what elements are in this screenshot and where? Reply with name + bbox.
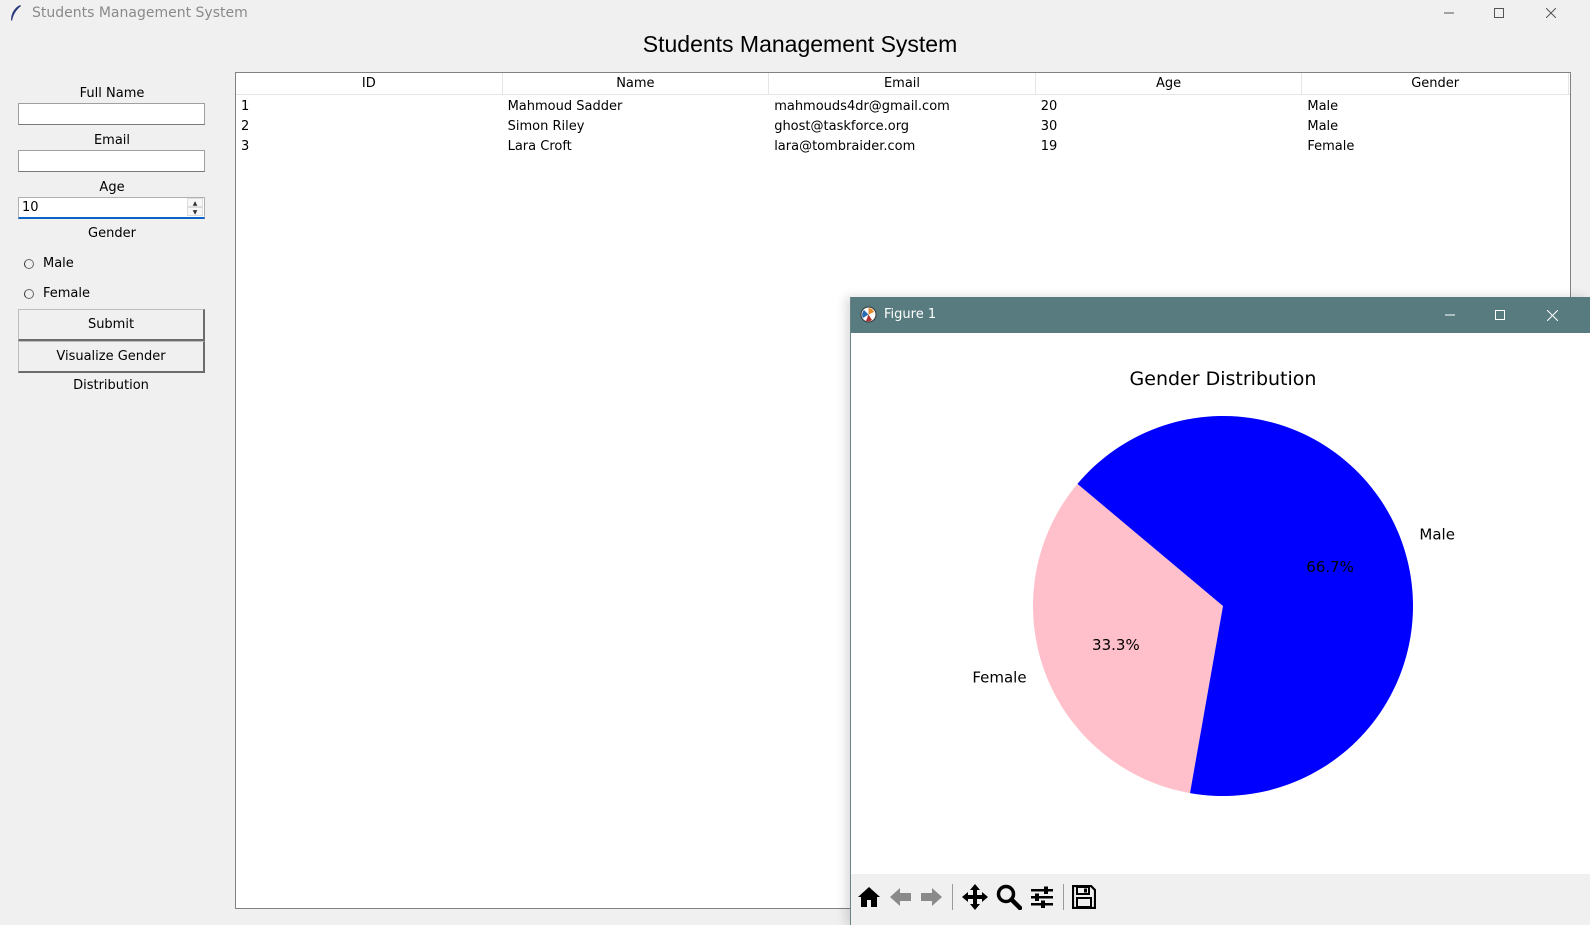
email-label: Email	[93, 133, 131, 148]
table-cell: mahmouds4dr@gmail.com	[774, 99, 950, 114]
pie-percent-label: 33.3%	[1092, 636, 1140, 654]
minimize-icon	[1445, 314, 1455, 316]
table-cell: Male	[1307, 119, 1339, 134]
close-button[interactable]	[1528, 0, 1574, 26]
forward-button[interactable]	[917, 883, 945, 911]
figure-titlebar: Figure 1	[851, 297, 1590, 333]
back-button[interactable]	[887, 883, 915, 911]
pie-category-label: Male	[1419, 526, 1455, 544]
toolbar-separator	[952, 884, 953, 910]
table-row[interactable]: 1 Mahmoud Sadder mahmouds4dr@gmail.com 2…	[236, 97, 1570, 117]
table-cell: 30	[1040, 119, 1058, 134]
pan-icon	[962, 884, 988, 910]
gender-radio-female[interactable]: Female	[24, 286, 90, 301]
table-header: ID Name Email Age Gender	[236, 73, 1570, 95]
table-cell: 1	[241, 99, 250, 114]
maximize-icon	[1494, 8, 1504, 18]
age-value: 10	[22, 200, 39, 215]
figure-maximize-button[interactable]	[1475, 297, 1525, 333]
app-heading: Students Management System	[0, 31, 1590, 58]
visualize-gender-button[interactable]: Visualize Gender Distribution	[18, 341, 205, 393]
gender-radio-male[interactable]: Male	[24, 256, 74, 271]
column-header-id[interactable]: ID	[236, 73, 503, 95]
maximize-button[interactable]	[1476, 0, 1522, 26]
table-cell: 3	[241, 139, 250, 154]
table-cell: 2	[241, 119, 250, 134]
column-header-name[interactable]: Name	[503, 73, 770, 95]
radio-circle-icon[interactable]	[24, 258, 34, 269]
chart-title: Gender Distribution	[1130, 368, 1317, 390]
table-row[interactable]: 3 Lara Croft lara@tombraider.com 19 Fema…	[236, 137, 1570, 157]
table-row[interactable]: 2 Simon Riley ghost@taskforce.org 30 Mal…	[236, 117, 1570, 137]
home-icon	[858, 887, 880, 907]
full-name-label: Full Name	[79, 86, 145, 101]
pie-category-label: Female	[972, 668, 1026, 686]
figure-canvas[interactable]: Gender Distribution 33.3% Female 66.7% Male	[851, 333, 1590, 874]
close-icon	[1546, 309, 1558, 321]
table-cell: Simon Riley	[507, 119, 585, 134]
table-cell: 20	[1040, 99, 1058, 114]
table-cell: 19	[1040, 139, 1058, 154]
home-button[interactable]	[855, 883, 883, 911]
feather-icon	[11, 5, 21, 21]
minimize-button[interactable]	[1426, 0, 1472, 26]
zoom-icon	[996, 884, 1022, 910]
column-header-age[interactable]: Age	[1036, 73, 1303, 95]
pie-chart: Gender Distribution 33.3% Female 66.7% Male	[972, 368, 1455, 796]
matplotlib-icon	[860, 306, 877, 323]
forward-arrow-icon	[921, 888, 942, 906]
radio-circle-icon[interactable]	[24, 288, 34, 299]
age-spin-arrows[interactable]: ▲ ▼	[187, 198, 203, 217]
gender-radio-male-label: Male	[43, 256, 74, 271]
toolbar-separator	[1063, 884, 1064, 910]
zoom-button[interactable]	[995, 883, 1023, 911]
save-icon	[1072, 885, 1096, 909]
table-cell: Mahmoud Sadder	[507, 99, 623, 114]
figure-title: Figure 1	[884, 307, 937, 322]
figure-toolbar	[851, 874, 1590, 925]
table-cell: lara@tombraider.com	[774, 139, 916, 154]
pie-percent-label: 66.7%	[1306, 558, 1354, 576]
column-header-gender[interactable]: Gender	[1302, 73, 1569, 95]
table-cell: Lara Croft	[507, 139, 572, 154]
configure-subplots-icon	[1031, 886, 1053, 908]
submit-button[interactable]: Submit	[18, 309, 205, 341]
table-cell: ghost@taskforce.org	[774, 119, 910, 134]
student-form: Full Name Email Age 10 ▲ ▼ Gender	[18, 85, 206, 243]
window-title: Students Management System	[32, 5, 248, 21]
pan-button[interactable]	[961, 883, 989, 911]
save-button[interactable]	[1070, 883, 1098, 911]
column-header-email[interactable]: Email	[769, 73, 1036, 95]
close-icon	[1546, 8, 1556, 18]
spin-up-icon[interactable]: ▲	[187, 198, 203, 207]
maximize-icon	[1495, 310, 1505, 320]
main-window-titlebar: Students Management System	[0, 0, 1590, 26]
gender-label: Gender	[88, 226, 136, 241]
figure-window: Figure 1 Gender Distribution 33.3% Female…	[850, 297, 1590, 925]
spin-down-icon[interactable]: ▼	[187, 207, 203, 216]
app-heading-text: Students Management System	[642, 31, 958, 57]
age-label: Age	[99, 180, 125, 195]
table-cell: Female	[1307, 139, 1355, 154]
minimize-icon	[1444, 12, 1454, 14]
gender-radio-female-label: Female	[43, 286, 91, 301]
figure-close-button[interactable]	[1527, 297, 1577, 333]
configure-subplots-button[interactable]	[1028, 883, 1056, 911]
age-spinbox[interactable]: 10 ▲ ▼	[18, 197, 205, 219]
email-input[interactable]	[18, 150, 205, 172]
table-cell: Male	[1307, 99, 1339, 114]
figure-minimize-button[interactable]	[1425, 297, 1475, 333]
back-arrow-icon	[890, 888, 911, 906]
full-name-input[interactable]	[18, 103, 205, 125]
